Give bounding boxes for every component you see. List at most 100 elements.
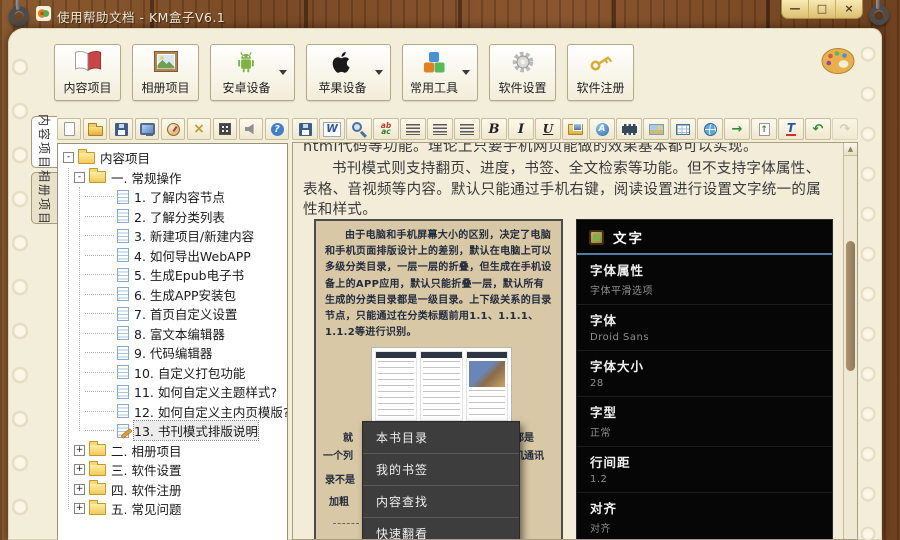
tree-item[interactable]: 6. 生成APP安装包 xyxy=(58,285,287,305)
common-tools-button[interactable]: 常用工具 xyxy=(402,44,478,101)
generate-app-button[interactable] xyxy=(161,118,185,140)
tree-connector xyxy=(85,410,114,412)
tree-item-label: 11. 如何自定义主题样式? xyxy=(134,385,277,401)
minimize-button[interactable]: — xyxy=(782,0,808,18)
tree-item[interactable]: 7. 首页自定义设置 xyxy=(58,304,287,324)
redo-button[interactable]: ↷ xyxy=(832,118,858,140)
underline-button[interactable]: U xyxy=(535,118,561,140)
align-right-button[interactable] xyxy=(454,118,480,140)
open-project-button[interactable] xyxy=(83,118,107,140)
tree-connector xyxy=(85,313,114,315)
phone-setting-row: 字体属性 字体平滑选项 xyxy=(577,255,832,305)
phone-setting-row: 行间距 1.2 xyxy=(577,447,832,493)
android-device-button[interactable]: 安卓设备 xyxy=(210,44,295,101)
button-label: 内容项目 xyxy=(63,81,112,95)
phone-setting-row: 字型 正常 xyxy=(577,397,832,447)
tree-expander[interactable]: + xyxy=(74,444,85,456)
find-replace-button[interactable]: ab ac xyxy=(373,118,399,140)
tree-item[interactable]: 5. 生成Epub电子书 xyxy=(58,265,287,285)
replace-to-glyph: ac xyxy=(381,127,391,136)
format-text-button[interactable]: T xyxy=(778,118,804,140)
tree-item-label: 9. 代码编辑器 xyxy=(134,346,213,362)
tree-connector xyxy=(85,196,114,198)
setting-value: 对齐 xyxy=(590,524,611,535)
tree-connector xyxy=(85,430,114,432)
maximize-button[interactable]: □ xyxy=(808,0,835,18)
qrcode-button[interactable] xyxy=(213,118,237,140)
close-button[interactable]: × xyxy=(835,0,862,18)
setting-label: 字型 xyxy=(590,405,618,420)
chevron-down-icon xyxy=(279,70,287,75)
tree-item[interactable]: 4. 如何导出WebAPP xyxy=(58,246,287,266)
tree-item[interactable]: 10. 自定义打包功能 xyxy=(58,363,287,383)
tree-item[interactable]: + 四. 软件注册 xyxy=(58,480,287,500)
tab-album-project[interactable]: 相册项目 xyxy=(31,170,57,227)
search-button[interactable] xyxy=(346,118,372,140)
tree-item-root[interactable]: - 内容项目 xyxy=(58,148,287,168)
tree-item[interactable]: 2. 了解分类列表 xyxy=(58,207,287,227)
button-label: 软件设置 xyxy=(498,81,547,95)
binder-ring-icon xyxy=(869,0,889,25)
help-button[interactable]: ? xyxy=(265,118,289,140)
tree-expander[interactable]: + xyxy=(74,464,85,476)
album-project-button[interactable]: 相册项目 xyxy=(132,44,199,101)
phone-settings-header: 文字 xyxy=(577,220,832,255)
save-button[interactable] xyxy=(292,118,318,140)
audio-button[interactable] xyxy=(239,118,263,140)
import-icon: → xyxy=(731,121,743,137)
tree-expander[interactable]: - xyxy=(74,171,85,183)
tree-expander[interactable]: - xyxy=(63,152,74,164)
tree-item[interactable]: 9. 代码编辑器 xyxy=(58,343,287,363)
setting-label: 字体大小 xyxy=(590,359,645,374)
insert-video-button[interactable] xyxy=(616,118,642,140)
tree-item[interactable]: 8. 富文本编辑器 xyxy=(58,324,287,344)
italic-button[interactable]: I xyxy=(508,118,534,140)
document-editor[interactable]: html代码等功能。理论上只要手机网页能做的效果基本都可以实现。 书刊模式则支持… xyxy=(292,142,858,540)
bold-button[interactable]: B xyxy=(481,118,507,140)
undo-button[interactable]: ↶ xyxy=(805,118,831,140)
new-file-button[interactable] xyxy=(57,118,81,140)
insert-table-button[interactable] xyxy=(670,118,696,140)
tree-item-selected[interactable]: 13. 书刊模式排版说明 xyxy=(58,420,287,442)
page-rivets-right xyxy=(861,46,876,540)
webpage-icon xyxy=(703,122,717,136)
apple-device-button[interactable]: 苹果设备 xyxy=(306,44,391,101)
tree-item[interactable]: + 二. 相册项目 xyxy=(58,441,287,461)
insert-image-button[interactable] xyxy=(562,118,588,140)
save-project-button[interactable] xyxy=(109,118,133,140)
tree-expander[interactable]: + xyxy=(74,483,85,495)
device-preview-button[interactable] xyxy=(135,118,159,140)
tab-content-project[interactable]: 内容项目 xyxy=(31,114,57,170)
tree-item[interactable]: 12. 如何自定义主内页模版? xyxy=(58,402,287,422)
tree-expander[interactable]: + xyxy=(74,503,85,515)
picture-button[interactable] xyxy=(643,118,669,140)
import-button[interactable]: → xyxy=(724,118,750,140)
button-label: 苹果设备 xyxy=(318,81,367,95)
folder-icon xyxy=(89,168,106,184)
align-center-button[interactable] xyxy=(427,118,453,140)
export-button[interactable]: ↑ xyxy=(751,118,777,140)
tree-item[interactable]: 1. 了解内容节点 xyxy=(58,187,287,207)
tab-label: 相册项目 xyxy=(37,170,51,227)
tree-item[interactable]: + 五. 常见问题 xyxy=(58,499,287,519)
tree-item[interactable]: 11. 如何自定义主题样式? xyxy=(58,382,287,402)
content-project-button[interactable]: 内容项目 xyxy=(54,44,121,101)
align-left-button[interactable] xyxy=(400,118,426,140)
software-settings-button[interactable]: 软件设置 xyxy=(489,44,556,101)
project-tools-button[interactable]: × xyxy=(187,118,211,140)
title-bar: 使用帮助文档 - KM盒子V6.1 xyxy=(0,0,900,28)
software-register-button[interactable]: 软件注册 xyxy=(567,44,634,101)
tree-item[interactable]: 3. 新建项目/新建内容 xyxy=(58,226,287,246)
scrollbar-thumb[interactable] xyxy=(846,241,855,371)
figure-body-text: 由于电脑和手机屏幕大小的区别，决定了电脑和手机页面排版设计上的差别，默认在电脑上… xyxy=(325,230,552,339)
tree-item-label: 四. 软件注册 xyxy=(111,482,182,498)
word-import-button[interactable]: W xyxy=(319,118,345,140)
tree-item[interactable]: - 一. 常规操作 xyxy=(58,168,287,188)
editor-scrollbar[interactable]: ▲ xyxy=(843,143,857,539)
scroll-up-arrow[interactable]: ▲ xyxy=(844,143,857,156)
tree-item-label: 5. 生成Epub电子书 xyxy=(134,268,245,284)
tree-item[interactable]: + 三. 软件设置 xyxy=(58,460,287,480)
clipart-button[interactable]: A xyxy=(589,118,615,140)
theme-palette-icon[interactable] xyxy=(820,46,856,77)
webpage-button[interactable] xyxy=(697,118,723,140)
